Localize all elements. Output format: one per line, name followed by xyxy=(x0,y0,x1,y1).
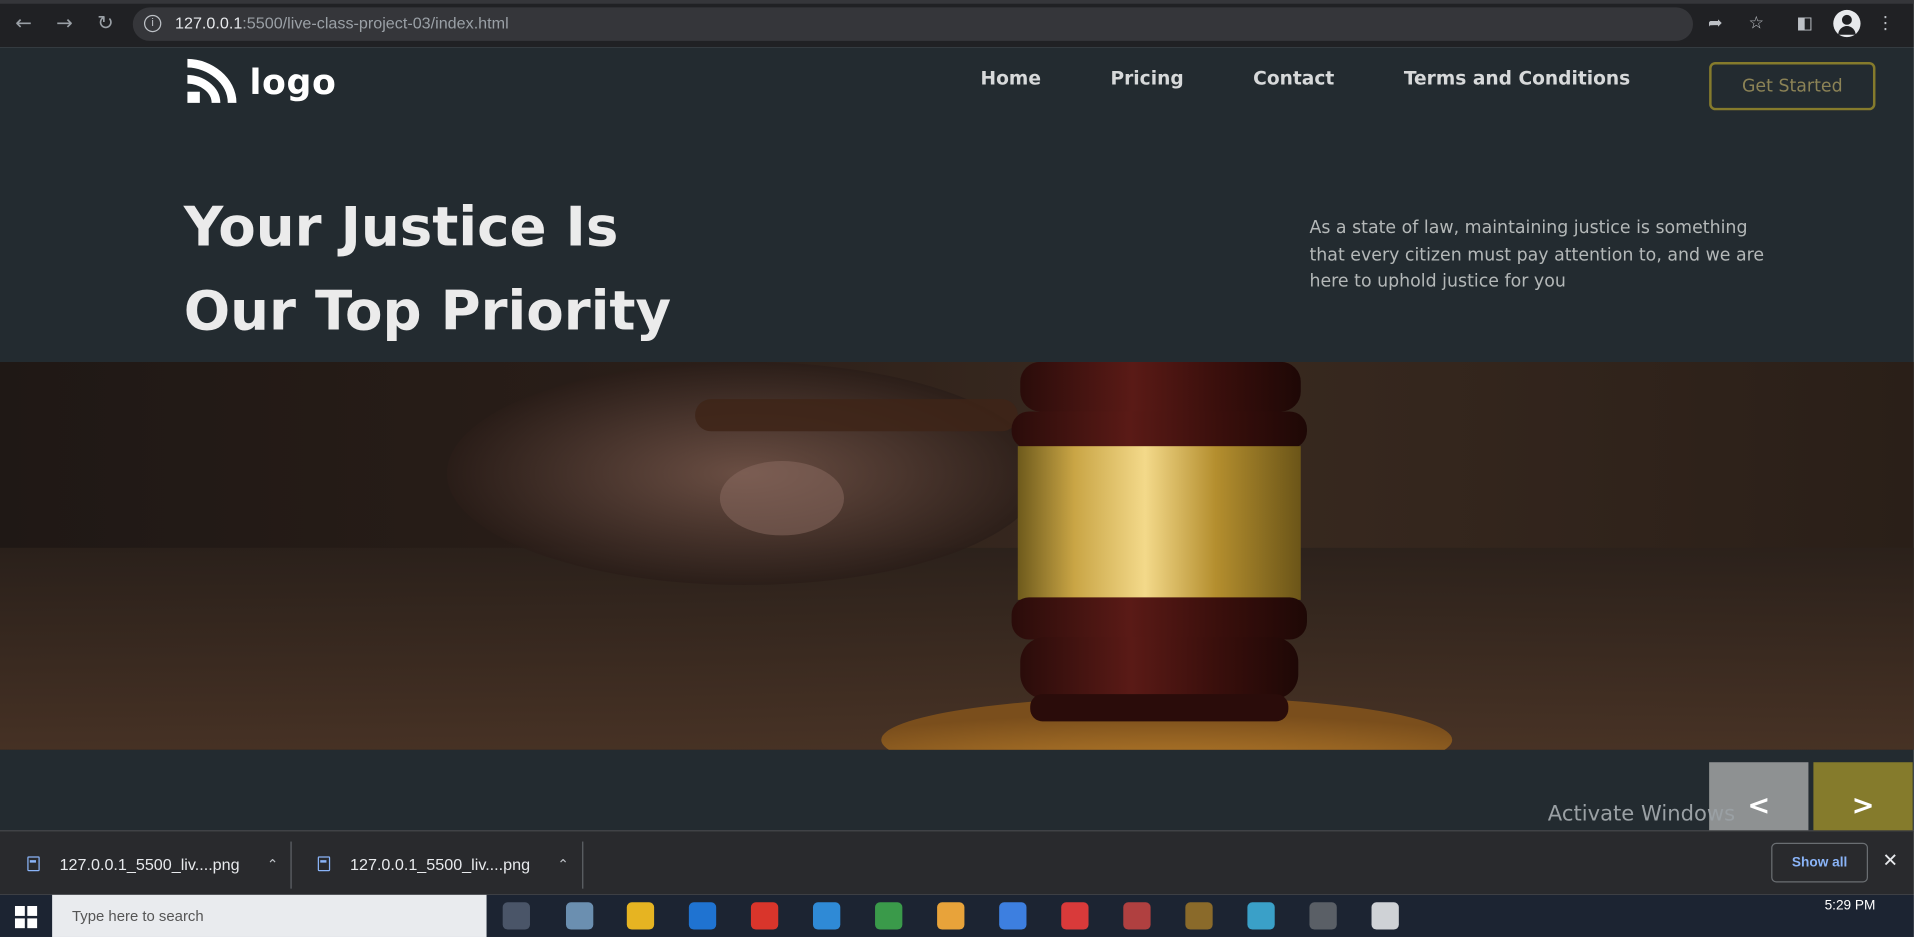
get-started-button[interactable]: Get Started xyxy=(1709,61,1876,111)
close-icon[interactable]: ✕ xyxy=(1879,849,1901,871)
file-explorer-icon[interactable] xyxy=(626,902,655,930)
vscode-icon[interactable] xyxy=(812,902,841,930)
forward-arrow-icon[interactable]: → xyxy=(51,10,78,37)
show-all-button[interactable]: Show all xyxy=(1771,842,1869,883)
download-item-2[interactable]: 127.0.0.1_5500_liv....png ⌃ xyxy=(317,839,569,889)
hero-title: Your Justice Is Our Top Priority xyxy=(184,186,879,355)
download-shelf: 127.0.0.1_5500_liv....png ⌃ 127.0.0.1_55… xyxy=(0,830,1914,895)
site-info-icon[interactable]: i xyxy=(143,14,162,33)
app-icon[interactable] xyxy=(565,902,594,930)
divider xyxy=(290,841,292,889)
url-text[interactable]: 127.0.0.1:5500/live-class-project-03/ind… xyxy=(175,14,509,33)
taskbar-search-placeholder: Type here to search xyxy=(71,907,204,925)
app-icon[interactable] xyxy=(1185,902,1213,930)
windows-taskbar: Type here to search 5:29 PM xyxy=(0,894,1914,937)
app-icon[interactable] xyxy=(1371,902,1399,930)
main-nav: Home Pricing Contact Terms and Condition… xyxy=(981,67,1631,89)
app-icon[interactable] xyxy=(875,902,903,930)
windows-start-icon[interactable] xyxy=(14,906,38,929)
screen: ← → ↻ i 127.0.0.1:5500/live-class-projec… xyxy=(0,0,1914,937)
hero-gavel-image xyxy=(0,361,1914,750)
hero-title-line-1: Your Justice Is xyxy=(183,195,619,260)
tab-strip xyxy=(0,0,1914,4)
nav-home[interactable]: Home xyxy=(981,67,1041,89)
back-arrow-icon[interactable]: ← xyxy=(10,10,37,37)
kebab-menu-icon[interactable]: ⋮ xyxy=(1873,11,1898,36)
file-icon xyxy=(27,856,40,872)
taskbar-clock: 5:29 PM xyxy=(1824,898,1876,914)
chrome-icon[interactable] xyxy=(750,902,779,930)
task-view-icon[interactable] xyxy=(502,902,530,930)
logo-wifi-icon xyxy=(185,58,237,105)
app-icon[interactable] xyxy=(1247,902,1275,930)
share-icon[interactable]: ➦ xyxy=(1703,11,1728,36)
chevron-up-icon[interactable]: ⌃ xyxy=(557,856,568,872)
download-filename: 127.0.0.1_5500_liv....png xyxy=(59,854,240,874)
app-icon[interactable] xyxy=(999,902,1027,930)
download-filename: 127.0.0.1_5500_liv....png xyxy=(350,854,531,874)
web-page: logo Home Pricing Contact Terms and Cond… xyxy=(0,47,1914,849)
divider xyxy=(582,841,584,889)
bookmark-star-icon[interactable]: ☆ xyxy=(1744,11,1769,36)
nav-terms[interactable]: Terms and Conditions xyxy=(1404,67,1630,89)
nav-contact[interactable]: Contact xyxy=(1253,67,1334,89)
hero-subtitle: As a state of law, maintaining justice i… xyxy=(1309,218,1765,292)
app-icon[interactable] xyxy=(1309,902,1337,930)
site-logo[interactable]: logo xyxy=(185,57,337,107)
edge-browser-icon[interactable] xyxy=(688,902,717,930)
app-icon[interactable] xyxy=(937,902,965,930)
browser-toolbar: ← → ↻ i 127.0.0.1:5500/live-class-projec… xyxy=(0,0,1914,48)
file-icon xyxy=(317,856,331,872)
chevron-up-icon[interactable]: ⌃ xyxy=(267,856,278,872)
download-item-1[interactable]: 127.0.0.1_5500_liv....png ⌃ xyxy=(27,839,278,889)
url-path: :5500/live-class-project-03/index.html xyxy=(242,13,509,33)
url-host: 127.0.0.1 xyxy=(175,13,243,33)
nav-pricing[interactable]: Pricing xyxy=(1110,67,1183,89)
profile-avatar-icon[interactable] xyxy=(1833,9,1861,38)
address-bar[interactable]: i 127.0.0.1:5500/live-class-project-03/i… xyxy=(132,7,1693,41)
app-icon[interactable] xyxy=(1123,902,1151,930)
reload-icon[interactable]: ↻ xyxy=(92,10,119,37)
side-panel-icon[interactable]: ◧ xyxy=(1792,11,1817,36)
app-icon[interactable] xyxy=(1061,902,1089,930)
logo-text: logo xyxy=(249,61,337,103)
hero-title-line-2: Our Top Priority xyxy=(183,280,672,344)
taskbar-search[interactable]: Type here to search xyxy=(52,894,487,937)
